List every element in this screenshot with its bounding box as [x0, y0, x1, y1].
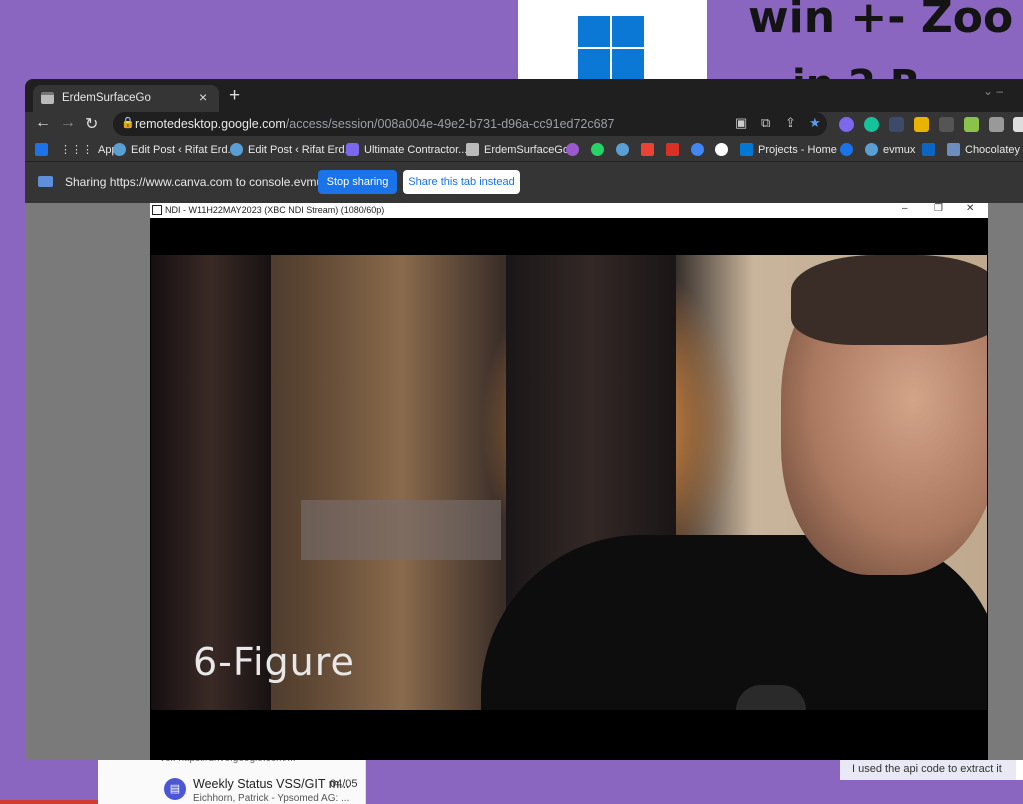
tab-sharing-bar: Sharing https://www.canva.com to console…: [25, 162, 1023, 203]
bookmark-projects-home[interactable]: Projects - Home: [740, 143, 837, 156]
windows-logo-icon: [578, 16, 644, 80]
person-hair: [791, 255, 987, 345]
windows-logo-card: [518, 0, 707, 80]
github-icon[interactable]: [715, 143, 728, 156]
bookmark-blue-icon[interactable]: [840, 143, 853, 156]
tab-erdemsurfacego[interactable]: ErdemSurfaceGo ×: [33, 85, 219, 112]
extension-gear-icon[interactable]: [839, 117, 854, 132]
maximize-icon[interactable]: ❐: [934, 203, 943, 214]
video-caption: 6-Figure: [193, 640, 355, 684]
clipboard-icon[interactable]: ▣: [735, 115, 747, 131]
bookmarks-bar: ⋮⋮⋮ Apps Edit Post ‹ Rifat Erd... Edit Po…: [25, 138, 1023, 162]
video-stream: 6-Figure: [151, 255, 987, 710]
whatsapp-icon[interactable]: [591, 143, 604, 156]
sharing-status-text: Sharing https://www.canva.com to console…: [65, 175, 356, 189]
wordpress-icon: [113, 143, 126, 156]
chat-bubble: I used the api code to extract it: [840, 760, 1016, 780]
ndi-window-title: NDI - W11H22MAY2023 (XBC NDI Stream) (10…: [165, 205, 385, 215]
window-controls[interactable]: ⌄ –: [983, 84, 1003, 98]
slide-title: win +- Zoo: [748, 0, 1014, 43]
bookmark-blue-dot-icon[interactable]: [691, 143, 704, 156]
close-icon[interactable]: ✕: [966, 203, 974, 214]
extension-m-icon[interactable]: [914, 117, 929, 132]
tab-strip: ErdemSurfaceGo × + ⌄ –: [25, 79, 1023, 112]
microphone: [736, 685, 806, 710]
bookmark-icon-purple[interactable]: [566, 143, 579, 156]
wordpress-icon[interactable]: [616, 143, 629, 156]
toolbar: ← → ↻ 🔒 remotedesktop.google.com/access/…: [25, 112, 1023, 138]
url-path: /access/session/008a004e-49e2-b731-d96a-…: [285, 117, 615, 131]
taskbar-accent: [0, 800, 98, 804]
mail-sender: Eichhorn, Patrick - Ypsomed AG: ...: [193, 793, 350, 804]
bookmark-square-icon[interactable]: [35, 143, 48, 156]
ndi-viewer-window: NDI - W11H22MAY2023 (XBC NDI Stream) (10…: [150, 203, 988, 760]
remote-desktop-ext-icon[interactable]: [989, 117, 1004, 132]
extension-star-icon[interactable]: [964, 117, 979, 132]
url-text[interactable]: remotedesktop.google.com/access/session/…: [135, 117, 615, 131]
bookmark-chocolatey[interactable]: Chocolatey Sc: [947, 143, 1023, 156]
shield-icon: [346, 143, 359, 156]
share-this-tab-button[interactable]: Share this tab instead: [403, 170, 520, 194]
calendar-icon: ▤: [164, 778, 186, 800]
extension-dots-icon[interactable]: [889, 117, 904, 132]
gmail-icon[interactable]: [641, 143, 654, 156]
url-host: remotedesktop.google.com: [135, 117, 286, 131]
open-in-new-icon[interactable]: ⧉: [761, 115, 770, 131]
chocolatey-icon: [947, 143, 960, 156]
bookmark-star-icon[interactable]: ★: [809, 115, 821, 131]
wordpress-icon: [865, 143, 878, 156]
lock-icon[interactable]: 🔒: [121, 116, 135, 129]
back-icon[interactable]: ←: [35, 114, 51, 132]
stop-sharing-button[interactable]: Stop sharing: [318, 170, 397, 194]
minimize-icon[interactable]: –: [902, 203, 908, 214]
grammarly-icon[interactable]: [864, 117, 879, 132]
mail-subject[interactable]: Weekly Status VSS/GIT m...: [193, 777, 350, 791]
bookmark-red-icon[interactable]: [666, 143, 679, 156]
remote-desktop-icon: [41, 92, 54, 104]
bookmark-erdemsurfacego[interactable]: ErdemSurfaceGo: [466, 143, 569, 156]
forward-icon[interactable]: →: [60, 114, 76, 132]
bookmark-ultimate-contractor[interactable]: Ultimate Contractor...: [346, 143, 467, 156]
reload-icon[interactable]: ↻: [85, 114, 98, 134]
ndi-title-bar[interactable]: NDI - W11H22MAY2023 (XBC NDI Stream) (10…: [150, 203, 988, 218]
bookmark-edit-post-2[interactable]: Edit Post ‹ Rifat Erd...: [230, 143, 354, 156]
new-tab-button[interactable]: +: [229, 85, 240, 107]
tab-title: ErdemSurfaceGo: [62, 92, 151, 104]
remote-desktop-icon: [466, 143, 479, 156]
tab-close-icon[interactable]: ×: [199, 89, 207, 105]
apps-grid-icon: ⋮⋮⋮: [60, 144, 93, 156]
bookmark-edit-post-1[interactable]: Edit Post ‹ Rifat Erd...: [113, 143, 237, 156]
background-desk: [301, 500, 501, 560]
azure-devops-icon: [740, 143, 753, 156]
extensions-puzzle-icon[interactable]: [1013, 117, 1023, 132]
bookmark-evmux[interactable]: evmux: [865, 143, 915, 156]
ndi-app-icon: [152, 205, 162, 215]
chat-bubble-edge: [1016, 760, 1023, 780]
mail-date: 04/05: [330, 778, 358, 790]
wordpress-icon: [230, 143, 243, 156]
screen-share-icon: [38, 176, 53, 187]
linkedin-icon[interactable]: [922, 143, 935, 156]
recycle-icon[interactable]: [939, 117, 954, 132]
address-bar[interactable]: 🔒 remotedesktop.google.com/access/sessio…: [113, 112, 827, 136]
share-icon[interactable]: ⇪: [785, 115, 796, 131]
